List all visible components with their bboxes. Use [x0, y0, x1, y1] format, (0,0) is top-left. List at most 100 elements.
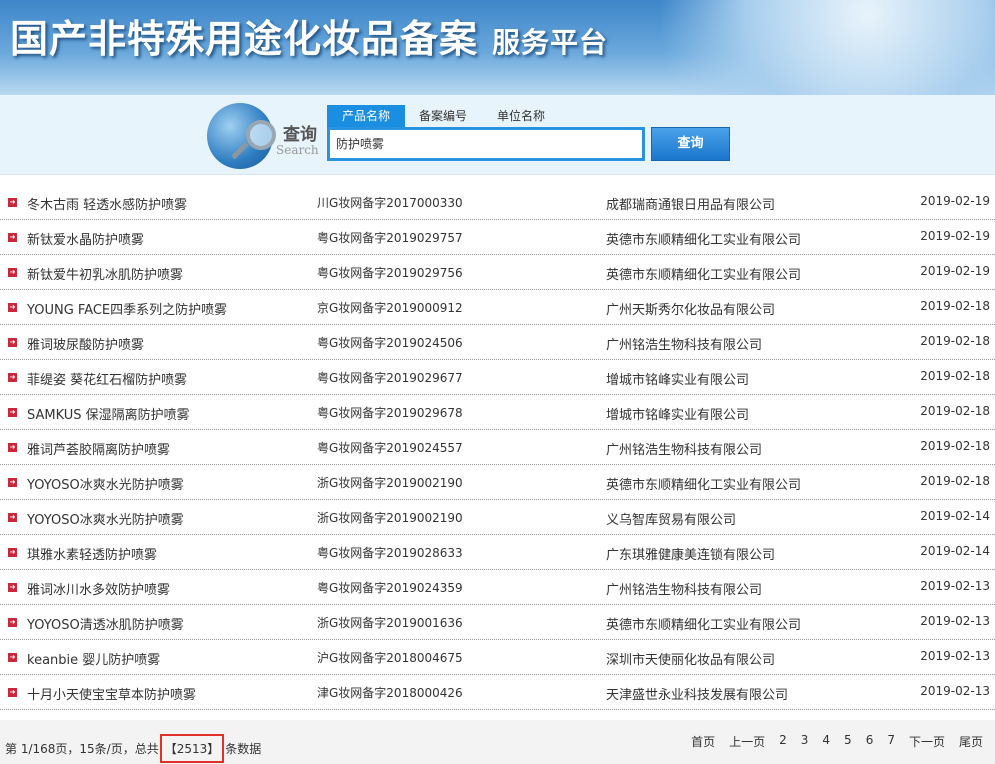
company-name: 英德市东顺精细化工实业有限公司: [606, 478, 802, 493]
product-name-link[interactable]: 十月小天使宝宝草本防护喷雾: [27, 684, 196, 703]
arrow-bullet-icon: ➜: [8, 338, 17, 347]
search-button[interactable]: 查询: [651, 127, 730, 161]
arrow-bullet-icon: ➜: [8, 303, 17, 312]
page-link[interactable]: 4: [818, 733, 834, 750]
site-title-text: 国产非特殊用途化妆品备案: [10, 16, 479, 61]
product-name-link[interactable]: 新钛爱牛初乳冰肌防护喷雾: [27, 264, 183, 283]
company-name: 义乌智库贸易有限公司: [606, 513, 737, 528]
record-date: 2019-02-18: [920, 334, 990, 348]
pagination-bar: 第 1/168页，15条/页，总共 【2513】 条数据 首页 上一页 2 3 4 …: [0, 720, 995, 764]
page-link[interactable]: 5: [840, 733, 856, 750]
table-row[interactable]: ➜ YOYOSO冰爽水光防护喷雾 浙G妆网备字2019002190 英德市东顺精…: [0, 465, 995, 500]
record-number: 粤G妆网备字2019029677: [317, 371, 463, 385]
table-row[interactable]: ➜ 新钛爱牛初乳冰肌防护喷雾 粤G妆网备字2019029756 英德市东顺精细化…: [0, 255, 995, 290]
record-date: 2019-02-14: [920, 509, 990, 523]
prev-page-link[interactable]: 上一页: [725, 733, 769, 750]
arrow-bullet-icon: ➜: [8, 478, 17, 487]
arrow-bullet-icon: ➜: [8, 688, 17, 697]
arrow-bullet-icon: ➜: [8, 443, 17, 452]
company-name: 增城市铭峰实业有限公司: [606, 373, 750, 388]
pager: 首页 上一页 2 3 4 5 6 7 下一页 尾页: [687, 733, 987, 750]
page-link[interactable]: 2: [775, 733, 791, 750]
table-row[interactable]: ➜ 雅词芦荟胶隔离防护喷雾 粤G妆网备字2019024557 广州铭浩生物科技有…: [0, 430, 995, 465]
record-number: 粤G妆网备字2019029756: [317, 266, 463, 280]
record-number: 粤G妆网备字2019024557: [317, 441, 463, 455]
table-row[interactable]: ➜ 雅词冰川水多效防护喷雾 粤G妆网备字2019024359 广州铭浩生物科技有…: [0, 570, 995, 605]
search-logo-english: Search: [276, 143, 319, 157]
tab-company-name[interactable]: 单位名称: [488, 105, 554, 127]
table-row[interactable]: ➜ 十月小天使宝宝草本防护喷雾 津G妆网备字2018000426 天津盛世永业科…: [0, 675, 995, 710]
table-row[interactable]: ➜ SAMKUS 保湿隔离防护喷雾 粤G妆网备字2019029678 增城市铭峰…: [0, 395, 995, 430]
table-row[interactable]: ➜ 琪雅水素轻透防护喷雾 粤G妆网备字2019028633 广东琪雅健康美连锁有…: [0, 535, 995, 570]
record-number: 粤G妆网备字2019024359: [317, 581, 463, 595]
table-row[interactable]: ➜ YOUNG FACE四季系列之防护喷雾 京G妆网备字2019000912 广…: [0, 290, 995, 325]
table-row[interactable]: ➜ 新钛爱水晶防护喷雾 粤G妆网备字2019029757 英德市东顺精细化工实业…: [0, 220, 995, 255]
arrow-bullet-icon: ➜: [8, 618, 17, 627]
record-date: 2019-02-18: [920, 474, 990, 488]
last-page-link[interactable]: 尾页: [955, 733, 987, 750]
arrow-bullet-icon: ➜: [8, 373, 17, 382]
product-name-link[interactable]: 雅词芦荟胶隔离防护喷雾: [27, 439, 170, 458]
product-name-link[interactable]: YOYOSO冰爽水光防护喷雾: [27, 509, 184, 528]
record-date: 2019-02-18: [920, 404, 990, 418]
site-subtitle: 服务平台: [492, 26, 609, 59]
arrow-bullet-icon: ➜: [8, 233, 17, 242]
company-name: 成都瑞商通银日用品有限公司: [606, 198, 776, 213]
record-number: 粤G妆网备字2019029678: [317, 406, 463, 420]
record-number: 浙G妆网备字2019001636: [317, 616, 463, 630]
product-name-link[interactable]: SAMKUS 保湿隔离防护喷雾: [27, 404, 190, 423]
record-number: 粤G妆网备字2019024506: [317, 336, 463, 350]
product-name-link[interactable]: 琪雅水素轻透防护喷雾: [27, 544, 157, 563]
record-date: 2019-02-13: [920, 649, 990, 663]
record-date: 2019-02-19: [920, 264, 990, 278]
table-row[interactable]: ➜ 雅词玻尿酸防护喷雾 粤G妆网备字2019024506 广州铭浩生物科技有限公…: [0, 325, 995, 360]
product-name-link[interactable]: 冬木古雨 轻透水感防护喷雾: [27, 194, 187, 213]
company-name: 广东琪雅健康美连锁有限公司: [606, 548, 776, 563]
company-name: 广州天斯秀尔化妆品有限公司: [606, 303, 776, 318]
arrow-bullet-icon: ➜: [8, 583, 17, 592]
record-number: 沪G妆网备字2018004675: [317, 651, 463, 665]
product-name-link[interactable]: YOYOSO冰爽水光防护喷雾: [27, 474, 184, 493]
table-row[interactable]: ➜ YOYOSO清透冰肌防护喷雾 浙G妆网备字2019001636 英德市东顺精…: [0, 605, 995, 640]
record-number: 京G妆网备字2019000912: [317, 301, 463, 315]
table-row[interactable]: ➜ YOYOSO冰爽水光防护喷雾 浙G妆网备字2019002190 义乌智库贸易…: [0, 500, 995, 535]
product-name-link[interactable]: YOUNG FACE四季系列之防护喷雾: [27, 299, 227, 318]
search-input[interactable]: 防护喷雾: [327, 127, 645, 161]
tab-product-name[interactable]: 产品名称: [327, 105, 405, 127]
first-page-link[interactable]: 首页: [687, 733, 719, 750]
product-name-link[interactable]: 雅词冰川水多效防护喷雾: [27, 579, 170, 598]
product-name-link[interactable]: keanbie 婴儿防护喷雾: [27, 649, 160, 668]
record-date: 2019-02-13: [920, 684, 990, 698]
pagination-info-suffix: 条数据: [225, 742, 262, 756]
record-number: 川G妆网备字2017000330: [317, 196, 463, 210]
record-number: 浙G妆网备字2019002190: [317, 511, 463, 525]
tab-record-number[interactable]: 备案编号: [410, 105, 476, 127]
table-row[interactable]: ➜ 菲缇姿 葵花红石榴防护喷雾 粤G妆网备字2019029677 增城市铭峰实业…: [0, 360, 995, 395]
page-link[interactable]: 7: [883, 733, 899, 750]
product-name-link[interactable]: YOYOSO清透冰肌防护喷雾: [27, 614, 184, 633]
page-link[interactable]: 3: [797, 733, 813, 750]
arrow-bullet-icon: ➜: [8, 653, 17, 662]
company-name: 广州铭浩生物科技有限公司: [606, 338, 763, 353]
record-number: 粤G妆网备字2019028633: [317, 546, 463, 560]
company-name: 广州铭浩生物科技有限公司: [606, 443, 763, 458]
product-name-link[interactable]: 雅词玻尿酸防护喷雾: [27, 334, 144, 353]
table-row[interactable]: ➜ 冬木古雨 轻透水感防护喷雾 川G妆网备字2017000330 成都瑞商通银日…: [0, 185, 995, 220]
record-number: 津G妆网备字2018000426: [317, 686, 463, 700]
product-name-link[interactable]: 新钛爱水晶防护喷雾: [27, 229, 144, 248]
record-date: 2019-02-13: [920, 614, 990, 628]
magnifier-icon: [246, 120, 276, 150]
record-date: 2019-02-19: [920, 194, 990, 208]
table-row[interactable]: ➜ keanbie 婴儿防护喷雾 沪G妆网备字2018004675 深圳市天使丽…: [0, 640, 995, 675]
record-date: 2019-02-18: [920, 299, 990, 313]
pagination-info-prefix: 第 1/168页，15条/页，总共: [5, 742, 159, 756]
record-number: 粤G妆网备字2019029757: [317, 231, 463, 245]
record-date: 2019-02-13: [920, 579, 990, 593]
arrow-bullet-icon: ➜: [8, 408, 17, 417]
company-name: 增城市铭峰实业有限公司: [606, 408, 750, 423]
next-page-link[interactable]: 下一页: [905, 733, 949, 750]
arrow-bullet-icon: ➜: [8, 513, 17, 522]
product-name-link[interactable]: 菲缇姿 葵花红石榴防护喷雾: [27, 369, 187, 388]
page-link[interactable]: 6: [862, 733, 878, 750]
site-title: 国产非特殊用途化妆品备案 服务平台: [10, 8, 608, 63]
